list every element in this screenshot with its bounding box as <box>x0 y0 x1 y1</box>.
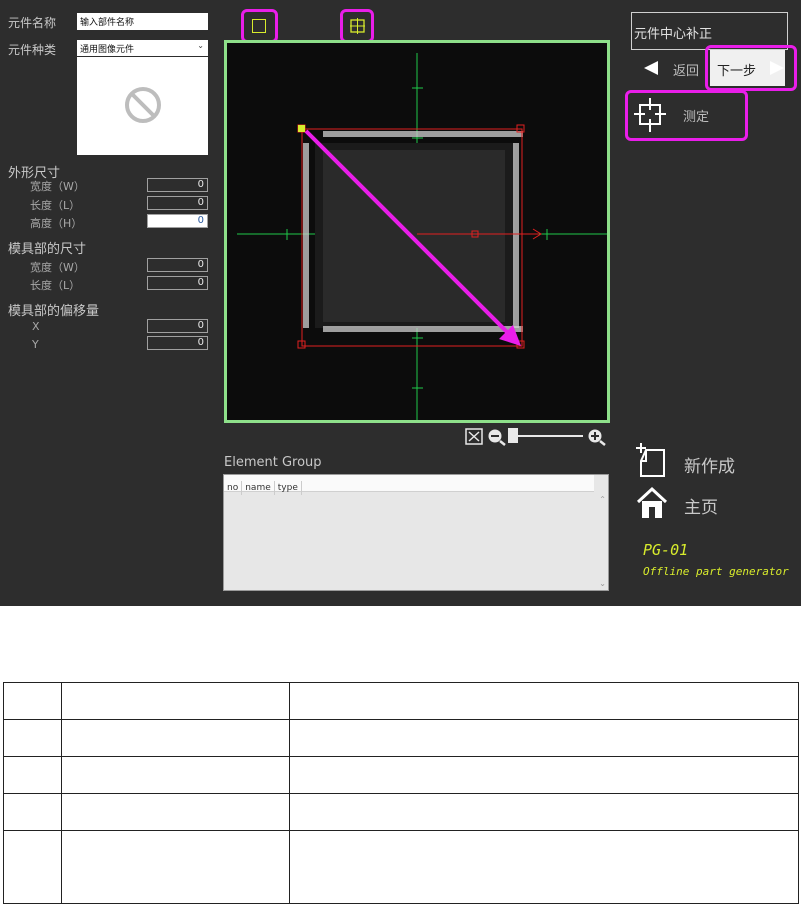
part-name-label: 元件名称 <box>8 16 57 30</box>
next-button-highlight <box>705 45 797 91</box>
list-header: no name type <box>224 475 594 495</box>
home-label: 主页 <box>684 498 718 518</box>
offset-y-label: Y <box>32 338 39 351</box>
mold-width-field[interactable]: 0 <box>147 258 208 272</box>
zoom-fit-icon[interactable] <box>465 428 483 445</box>
mold-length-label: 长度（L） <box>30 279 81 292</box>
zoom-slider-handle[interactable] <box>508 428 518 443</box>
rect-select-icon <box>252 19 266 33</box>
part-image-preview <box>77 57 208 155</box>
zoom-slider-track[interactable] <box>518 435 583 437</box>
mold-offset-title: 模具部的偏移量 <box>8 304 100 319</box>
new-label: 新作成 <box>684 457 735 477</box>
column-header-type[interactable]: type <box>275 481 302 495</box>
back-arrow-icon <box>644 61 658 75</box>
dropdown-chevron-icon: ⌄ <box>197 41 204 50</box>
measure-label: 测定 <box>683 110 710 125</box>
outer-height-label: 高度（H） <box>30 217 83 230</box>
part-type-value: 通用图像元件 <box>80 45 135 55</box>
offset-y-field[interactable]: 0 <box>147 336 208 350</box>
element-group-title: Element Group <box>224 455 322 470</box>
outer-height-field[interactable]: 0 <box>147 214 208 228</box>
outer-length-field[interactable]: 0 <box>147 196 208 210</box>
part-type-select[interactable]: 通用图像元件 ⌄ <box>77 40 208 56</box>
image-viewer[interactable] <box>224 40 610 423</box>
app-window: 元件名称 输入部件名称 元件种类 通用图像元件 ⌄ 外形尺寸 宽度（W） 0 长… <box>0 0 801 606</box>
part-name-input[interactable]: 输入部件名称 <box>77 13 208 30</box>
column-header-name[interactable]: name <box>242 481 275 495</box>
app-subtitle: Offline part generator <box>643 565 789 578</box>
center-select-button[interactable] <box>340 9 374 43</box>
table-row <box>3 793 799 831</box>
app-code: PG-01 <box>643 541 689 559</box>
new-document-icon <box>636 443 665 477</box>
mold-length-field[interactable]: 0 <box>147 276 208 290</box>
zoom-out-icon[interactable] <box>487 428 507 446</box>
measure-button[interactable]: 测定 <box>625 90 748 141</box>
offset-x-label: X <box>32 320 40 333</box>
outer-width-label: 宽度（W） <box>30 180 85 193</box>
column-header-no[interactable]: no <box>224 481 243 495</box>
back-label: 返回 <box>673 64 700 79</box>
outer-length-label: 长度（L） <box>30 199 81 212</box>
rect-select-button[interactable] <box>241 9 278 43</box>
table-row <box>3 682 799 720</box>
element-group-list[interactable]: no name type ⌃ ⌄ <box>223 474 609 591</box>
table-row <box>3 719 799 757</box>
part-type-label: 元件种类 <box>8 43 57 57</box>
outer-width-field[interactable]: 0 <box>147 178 208 192</box>
new-button[interactable]: 新作成 <box>636 443 756 483</box>
center-select-icon <box>350 18 365 34</box>
empty-table <box>3 682 799 904</box>
mold-size-title: 模具部的尺寸 <box>8 242 87 257</box>
home-icon <box>636 486 668 518</box>
table-row <box>3 756 799 794</box>
scroll-up-icon[interactable]: ⌃ <box>599 495 606 504</box>
viewer-canvas[interactable] <box>227 43 607 420</box>
scroll-down-icon[interactable]: ⌄ <box>599 579 606 588</box>
no-image-icon <box>125 87 161 123</box>
zoom-in-icon[interactable] <box>587 428 607 446</box>
measure-crosshair-icon <box>634 98 666 132</box>
back-button[interactable]: 返回 <box>643 57 713 79</box>
offset-x-field[interactable]: 0 <box>147 319 208 333</box>
home-button[interactable]: 主页 <box>636 484 756 524</box>
table-row <box>3 830 799 904</box>
mold-width-label: 宽度（W） <box>30 261 85 274</box>
